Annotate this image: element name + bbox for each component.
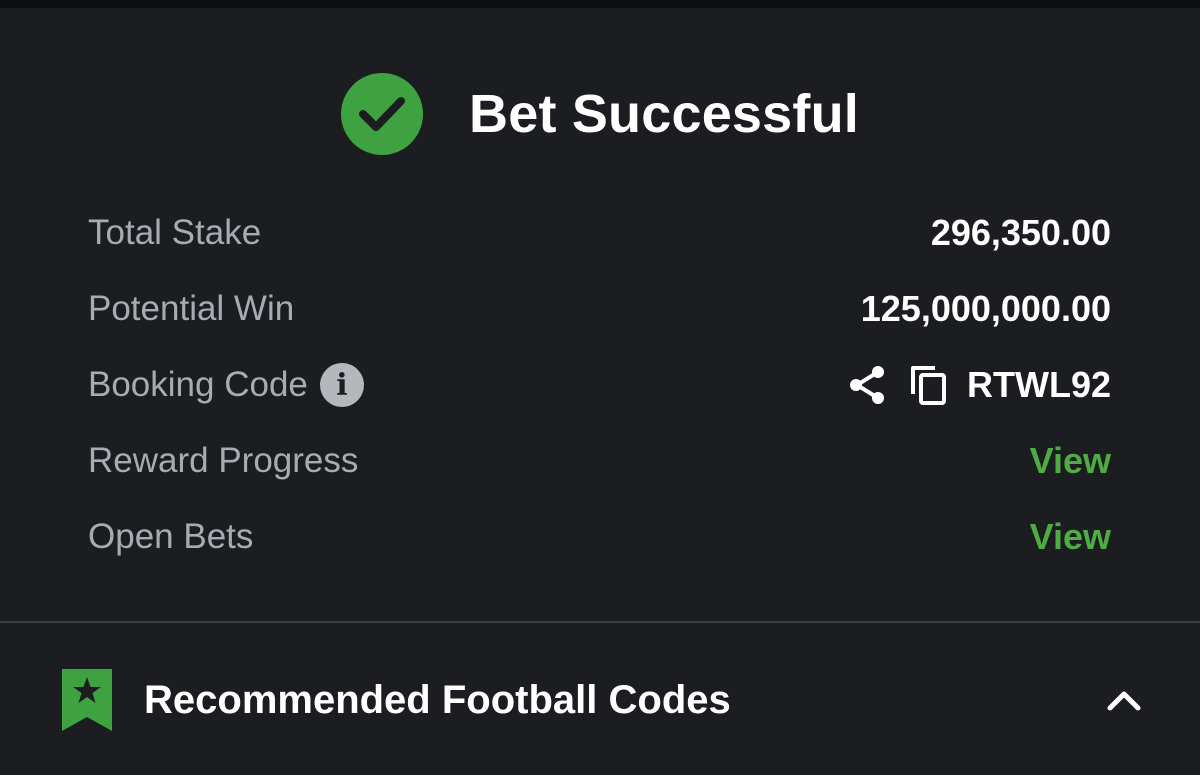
page-title: Bet Successful — [469, 84, 859, 144]
check-circle-icon — [341, 73, 424, 155]
total-stake-label: Total Stake — [88, 213, 262, 252]
copy-icon[interactable] — [909, 364, 949, 406]
potential-win-label: Potential Win — [88, 289, 295, 328]
reward-progress-label: Reward Progress — [88, 441, 359, 480]
open-bets-view-link[interactable]: View — [1030, 516, 1111, 558]
bookmark-star-icon — [62, 669, 112, 731]
bet-success-header: Bet Successful — [0, 72, 1200, 156]
total-stake-row: Total Stake 296,350.00 — [88, 195, 1111, 271]
booking-code-value[interactable]: RTWL92 — [967, 364, 1111, 406]
potential-win-value: 125,000,000.00 — [860, 288, 1111, 329]
reward-progress-row: Reward Progress View — [88, 423, 1111, 499]
bet-summary: Total Stake 296,350.00 Potential Win 125… — [88, 195, 1111, 575]
open-bets-label: Open Bets — [88, 517, 254, 556]
potential-win-row: Potential Win 125,000,000.00 — [88, 271, 1111, 347]
info-icon[interactable]: i — [319, 363, 364, 407]
booking-code-label-wrap: Booking Code i — [88, 363, 364, 407]
reward-progress-view-link[interactable]: View — [1030, 440, 1111, 482]
recommended-codes-title: Recommended Football Codes — [144, 677, 731, 722]
booking-code-value-wrap: RTWL92 — [847, 364, 1111, 406]
total-stake-value: 296,350.00 — [930, 212, 1111, 253]
section-divider — [0, 621, 1200, 623]
booking-code-label: Booking Code — [88, 365, 308, 404]
chevron-up-icon[interactable] — [1106, 688, 1142, 712]
booking-code-row: Booking Code i RTWL92 — [88, 347, 1111, 423]
share-icon[interactable] — [847, 364, 887, 406]
open-bets-row: Open Bets View — [88, 499, 1111, 575]
top-strip — [0, 0, 1200, 8]
recommended-codes-header[interactable]: Recommended Football Codes — [0, 640, 1200, 760]
